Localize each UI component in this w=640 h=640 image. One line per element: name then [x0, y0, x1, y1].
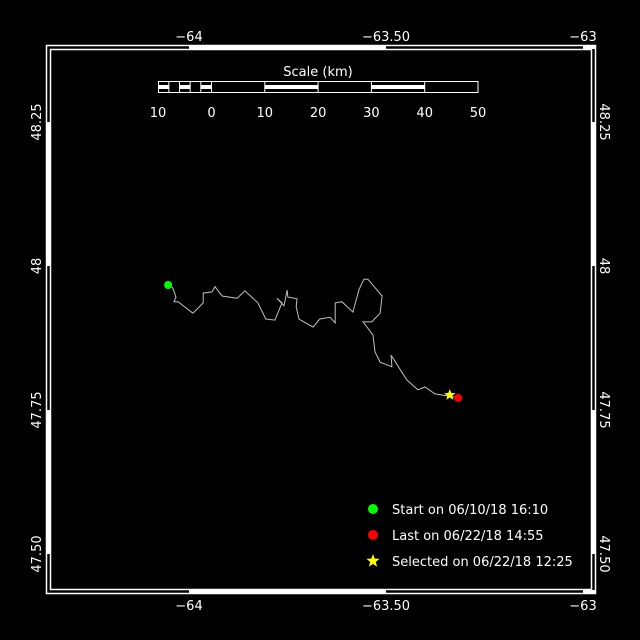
lon-label-bottom: −63 [569, 599, 596, 614]
lat-label-right: 47.75 [596, 391, 611, 428]
scale-bar-segment-filled [158, 85, 169, 89]
legend-start-dot-icon [368, 504, 378, 514]
frame-band-right [592, 410, 596, 554]
frame-band-left [46, 122, 50, 266]
scale-bar-segment-filled [179, 85, 191, 89]
frame-band-left [46, 410, 50, 554]
frame-band-top [189, 45, 386, 49]
scale-label: 10 [257, 106, 274, 121]
start-marker[interactable] [164, 281, 173, 290]
legend: Start on 06/10/18 16:10 Last on 06/22/18… [366, 503, 573, 570]
frame-band-bottom [583, 590, 596, 594]
background [0, 0, 640, 640]
scale-label: 30 [363, 106, 380, 121]
legend-last-label: Last on 06/22/18 14:55 [392, 529, 544, 544]
lon-label-bottom: −63.50 [362, 599, 410, 614]
scale-label: 40 [416, 106, 433, 121]
legend-start-label: Start on 06/10/18 16:10 [392, 503, 548, 518]
frame-band-bottom [189, 590, 386, 594]
scale-label: 20 [310, 106, 327, 121]
scale-label: 10 [150, 106, 167, 121]
lat-label-left: 48.25 [30, 103, 45, 140]
scale-label: 50 [470, 106, 487, 121]
legend-last-dot-icon [368, 530, 378, 540]
lat-label-right: 47.50 [596, 535, 611, 572]
lat-label-left: 47.50 [30, 535, 45, 572]
lon-label-top: −64 [175, 30, 202, 45]
scale-bar-segment-filled [371, 85, 425, 89]
lat-label-right: 48 [596, 258, 611, 275]
lat-label-left: 47.75 [30, 391, 45, 428]
drifter-track-map: −64 −64 −63.50 −63.50 −63 −63 48.25 48.25 48 48 47… [0, 0, 640, 640]
frame-band-top [583, 45, 596, 49]
lat-label-left: 48 [30, 258, 45, 275]
lon-label-top: −63.50 [362, 30, 410, 45]
legend-selected-label: Selected on 06/22/18 12:25 [392, 555, 573, 570]
frame-band-right [592, 122, 596, 266]
lon-label-top: −63 [569, 30, 596, 45]
scale-bar-segment-filled [264, 85, 319, 89]
scale-label: 0 [207, 106, 215, 121]
lon-label-bottom: −64 [175, 599, 202, 614]
lat-label-right: 48.25 [596, 103, 611, 140]
last-marker[interactable] [454, 393, 463, 402]
scale-bar-segment-filled [200, 85, 212, 89]
scale-title: Scale (km) [283, 65, 352, 80]
